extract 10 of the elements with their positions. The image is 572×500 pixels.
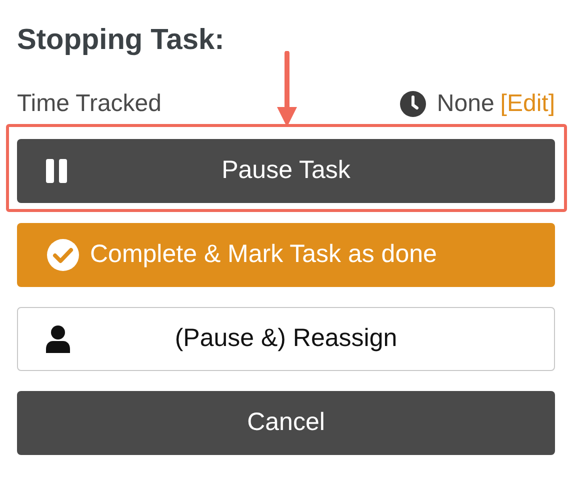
- dialog-title: Stopping Task:: [17, 23, 226, 58]
- user-icon: [46, 325, 70, 353]
- pause-icon: [45, 158, 69, 184]
- time-value: None: [436, 89, 494, 119]
- clock-icon: [398, 90, 427, 118]
- reassign-button[interactable]: (Pause &) Reassign: [17, 307, 555, 371]
- pause-button[interactable]: Pause Task: [17, 139, 555, 203]
- check-circle-icon: [46, 238, 80, 272]
- cancel-button[interactable]: Cancel: [17, 391, 555, 455]
- time-tracked-label: Time Tracked: [17, 89, 162, 119]
